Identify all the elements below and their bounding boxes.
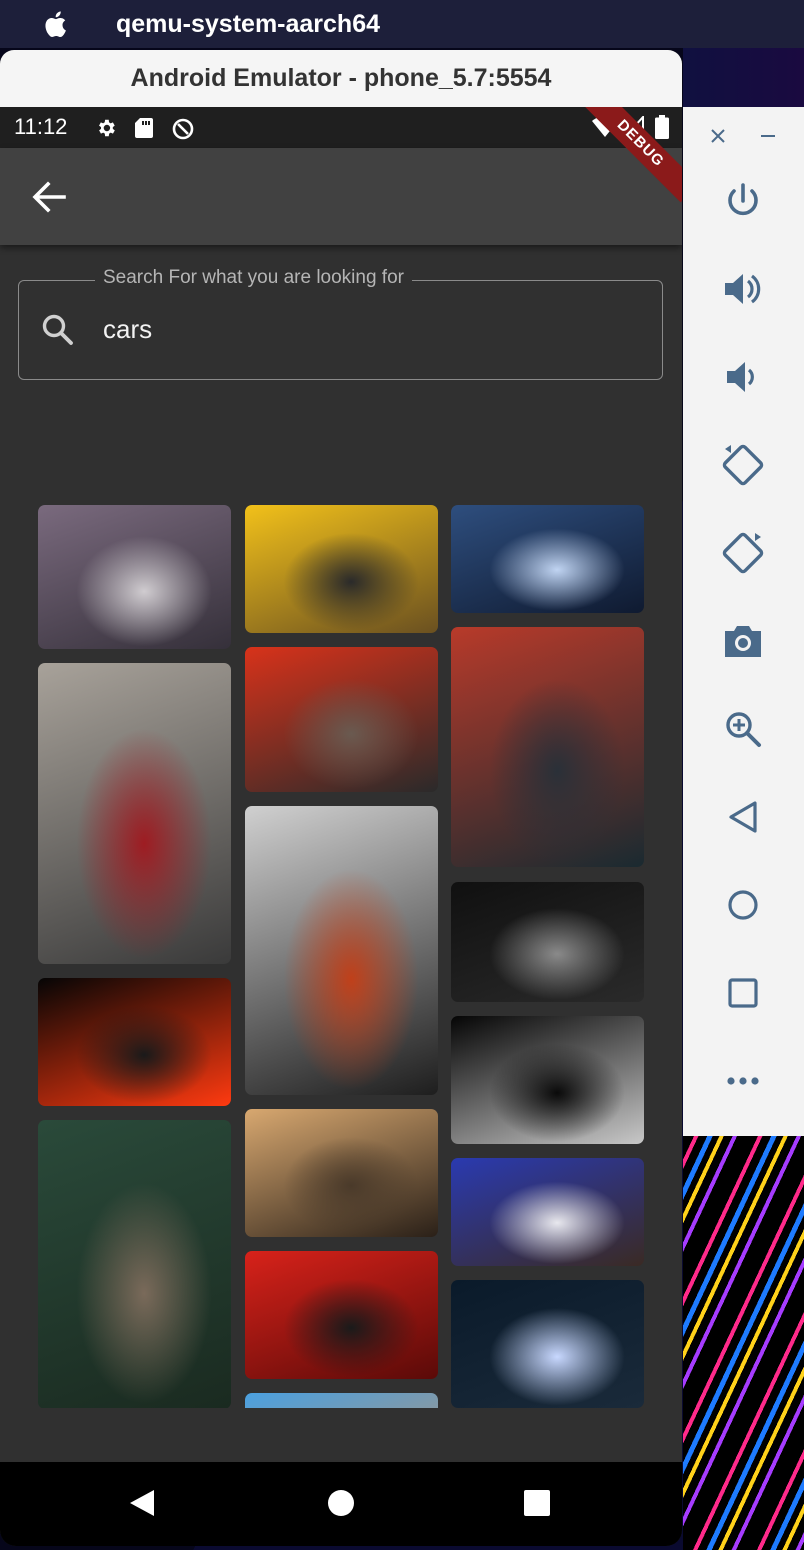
emulator-side-toolbar [683,107,804,1136]
emu-back-icon[interactable] [721,795,765,839]
result-image-tile[interactable] [245,806,438,1095]
cell-signal-icon [622,114,644,144]
emulator-window: Android Emulator - phone_5.7:5554 11:12 [0,50,682,1546]
result-image-tile[interactable] [451,1158,644,1266]
data-saver-icon [171,117,195,147]
result-image-tile[interactable] [451,1280,644,1408]
phone-screen: 11:12 DEBUG Search For what you are look… [0,107,682,1546]
emu-overview-icon[interactable] [721,971,765,1015]
menubar-app-name[interactable]: qemu-system-aarch64 [116,10,380,39]
sd-card-icon [134,117,154,145]
more-options-icon[interactable] [721,1059,765,1103]
camera-icon[interactable] [721,619,765,663]
result-image-tile[interactable] [245,1393,438,1408]
minimize-icon[interactable] [755,123,781,149]
zoom-icon[interactable] [721,707,765,751]
close-icon[interactable] [705,123,731,149]
android-nav-bar [0,1462,682,1546]
rotate-right-icon[interactable] [721,531,765,575]
result-image-tile[interactable] [245,505,438,633]
status-bar: 11:12 [0,107,682,148]
wifi-icon [592,116,618,144]
result-image-tile[interactable] [451,882,644,1002]
wallpaper-streaks [683,1136,804,1550]
result-image-tile[interactable] [245,1109,438,1237]
result-image-tile[interactable] [38,505,231,649]
power-icon[interactable] [721,179,765,223]
result-image-tile[interactable] [245,1251,438,1379]
result-image-tile[interactable] [451,505,644,613]
volume-down-icon[interactable] [721,355,765,399]
macos-menubar: qemu-system-aarch64 [0,0,804,48]
result-image-tile[interactable] [451,627,644,867]
search-field[interactable]: Search For what you are looking for [18,267,663,380]
back-arrow-icon[interactable] [30,180,68,214]
emu-home-icon[interactable] [721,883,765,927]
wallpaper-top-strip [683,48,804,108]
status-clock: 11:12 [14,114,68,139]
result-image-tile[interactable] [245,647,438,792]
rotate-left-icon[interactable] [721,443,765,487]
apple-icon[interactable] [42,9,72,39]
settings-gear-icon [95,117,117,145]
app-bar [0,148,682,245]
search-icon [41,313,75,347]
result-image-tile[interactable] [38,1120,231,1408]
nav-back-icon[interactable] [128,1488,156,1523]
nav-home-icon[interactable] [327,1488,355,1523]
result-image-tile[interactable] [38,663,231,964]
battery-icon [655,115,669,145]
result-image-tile[interactable] [38,978,231,1106]
search-field-label: Search For what you are looking for [95,267,412,289]
results-grid [0,399,682,1408]
result-image-tile[interactable] [451,1016,644,1144]
search-input[interactable] [101,305,625,353]
volume-up-icon[interactable] [721,267,765,311]
window-titlebar[interactable]: Android Emulator - phone_5.7:5554 [0,50,682,107]
nav-recents-icon[interactable] [523,1488,551,1523]
